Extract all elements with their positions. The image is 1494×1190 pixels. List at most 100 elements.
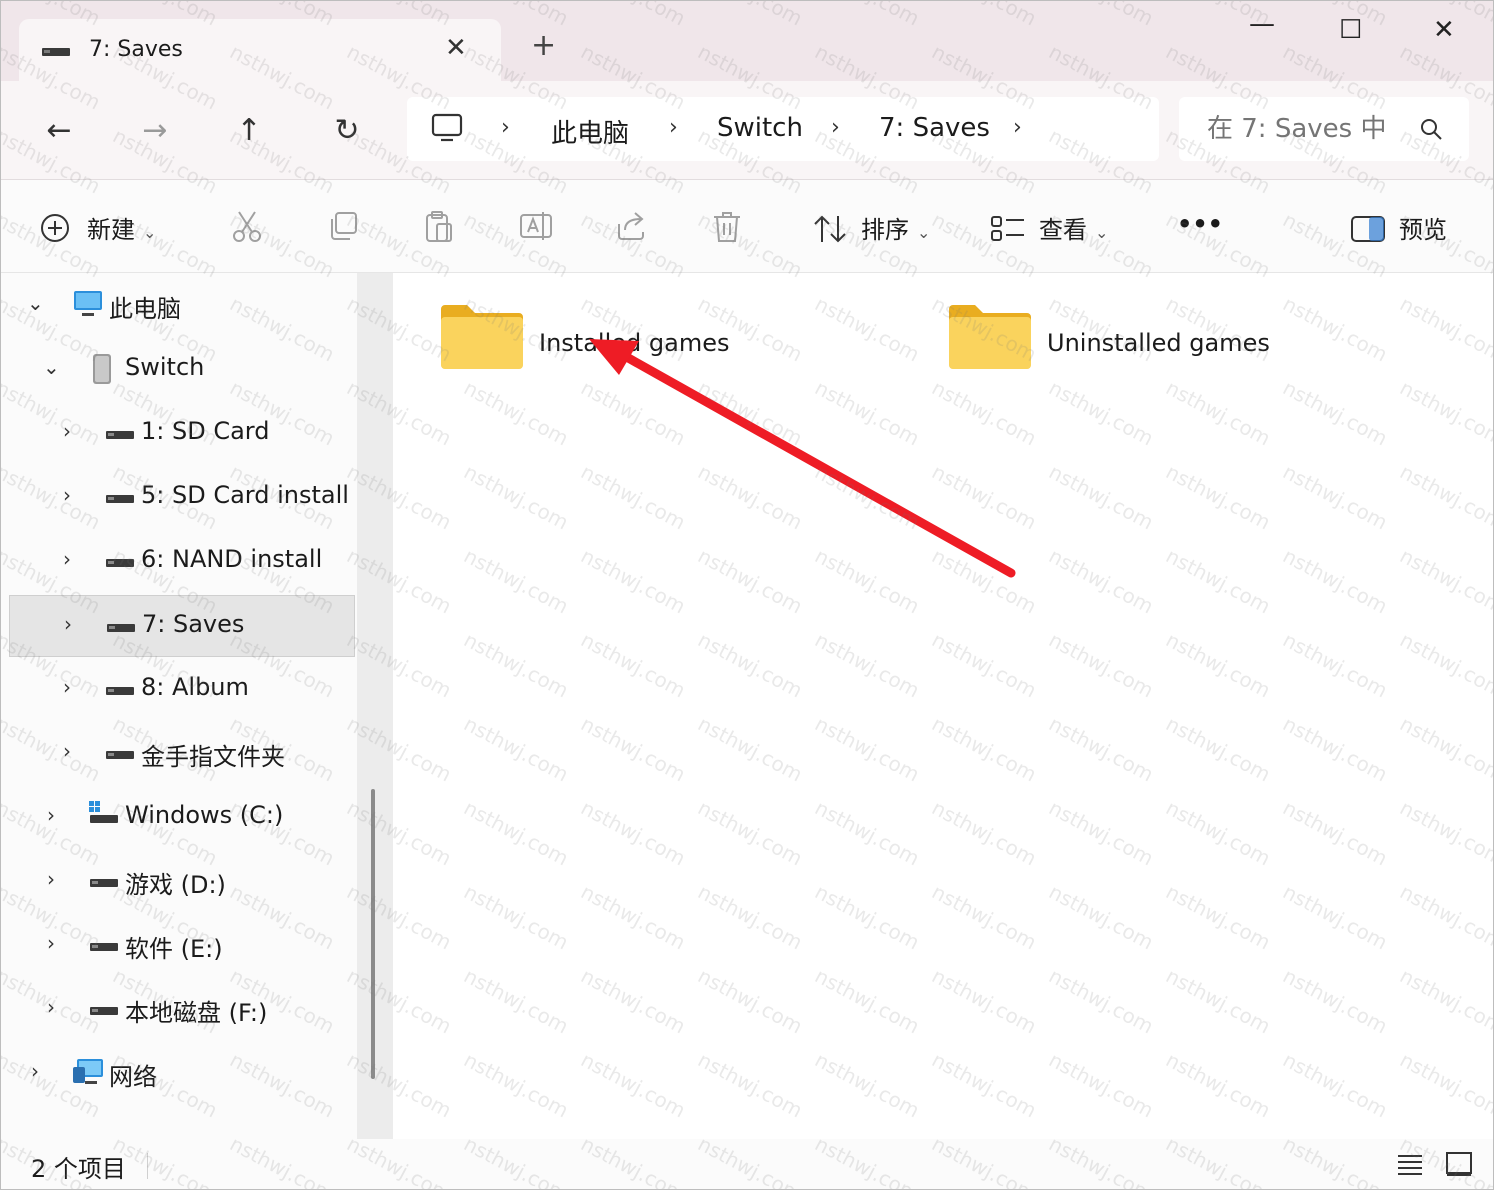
chevron-down-icon: ⌄ [143, 223, 157, 242]
details-view-icon[interactable] [1397, 1153, 1423, 1175]
chevron-right-icon[interactable]: › [31, 1059, 39, 1083]
sidebar-item-network[interactable]: › 网络 [9, 1043, 355, 1105]
drive-icon [90, 1007, 118, 1015]
back-button[interactable]: ← [39, 111, 79, 151]
share-icon[interactable] [615, 210, 647, 242]
navigation-pane: ⌄ 此电脑 ⌄ Switch › 1: SD Card › 5: SD Card… [1, 273, 357, 1139]
sidebar-item-label: 此电脑 [109, 295, 181, 323]
chevron-right-icon[interactable]: › [64, 612, 72, 636]
status-bar: 2 个项目 [1, 1139, 1493, 1189]
new-plus-icon[interactable] [39, 212, 71, 244]
refresh-button[interactable]: ↻ [327, 111, 367, 151]
file-list: Installed games Uninstalled games [393, 273, 1493, 1139]
sidebar-item-label: 6: NAND install [141, 545, 323, 573]
cut-icon[interactable] [231, 210, 263, 244]
sidebar-item-label: 8: Album [141, 673, 249, 701]
windows-drive-icon [89, 801, 118, 823]
sidebar-item-cheats-folder[interactable]: › 金手指文件夹 [9, 723, 355, 785]
sidebar-item-label: 金手指文件夹 [141, 743, 285, 771]
sidebar-item-games-d[interactable]: › 游戏 (D:) [9, 851, 355, 913]
chevron-right-icon[interactable]: › [47, 867, 55, 891]
breadcrumb-this-pc[interactable]: 此电脑 [551, 113, 629, 150]
drive-icon [106, 559, 134, 567]
chevron-right-icon[interactable]: › [63, 419, 71, 443]
sidebar-item-switch[interactable]: ⌄ Switch [9, 339, 355, 401]
chevron-down-icon[interactable]: ⌄ [43, 355, 60, 379]
maximize-button[interactable]: ☐ [1339, 15, 1362, 45]
chevron-right-icon[interactable]: › [63, 483, 71, 507]
chevron-right-icon[interactable]: › [47, 931, 55, 955]
view-button[interactable]: 查看 ⌄ [1039, 210, 1108, 245]
sidebar-item-local-disk-f[interactable]: › 本地磁盘 (F:) [9, 979, 355, 1041]
sidebar-item-label: 游戏 (D:) [125, 871, 226, 899]
paste-icon[interactable] [423, 210, 455, 244]
new-button[interactable]: 新建 ⌄ [87, 210, 156, 245]
sidebar-item-label: Switch [125, 353, 205, 381]
sidebar-item-7-saves[interactable]: › 7: Saves [9, 595, 355, 657]
chevron-down-icon[interactable]: ⌄ [27, 291, 44, 315]
chevron-right-icon[interactable]: › [47, 803, 55, 827]
breadcrumb-separator[interactable]: › [1013, 115, 1022, 140]
scrollbar-thumb[interactable] [371, 789, 375, 1079]
new-tab-button[interactable]: + [531, 31, 556, 61]
sidebar-item-windows-c[interactable]: › Windows (C:) [9, 787, 355, 849]
preview-button[interactable]: 预览 [1399, 210, 1447, 245]
forward-button[interactable]: → [135, 111, 175, 151]
delete-icon[interactable] [711, 210, 743, 244]
file-explorer-window: 7: Saves ✕ + — ☐ ✕ ← → ↑ ↻ › 此电脑 › Switc… [0, 0, 1494, 1190]
copy-icon[interactable] [327, 210, 359, 242]
tiles-view-icon[interactable] [1445, 1151, 1473, 1177]
sort-button[interactable]: 排序 ⌄ [861, 210, 930, 245]
up-button[interactable]: ↑ [229, 111, 269, 151]
sidebar-item-8-album[interactable]: › 8: Album [9, 659, 355, 721]
search-box[interactable] [1179, 97, 1469, 161]
device-icon [93, 354, 111, 384]
divider [147, 1153, 148, 1179]
sidebar-item-5-sd-card-install[interactable]: › 5: SD Card install [9, 467, 355, 529]
sidebar-item-label: 本地磁盘 (F:) [125, 999, 268, 1027]
tab-title: 7: Saves [89, 37, 183, 62]
search-icon[interactable] [1419, 117, 1443, 141]
sidebar-item-this-pc[interactable]: ⌄ 此电脑 [9, 275, 355, 337]
network-icon [73, 1059, 103, 1084]
chevron-right-icon[interactable]: › [47, 995, 55, 1019]
search-input[interactable] [1205, 111, 1389, 147]
chevron-right-icon[interactable]: › [63, 547, 71, 571]
preview-pane-icon[interactable] [1351, 216, 1385, 242]
minimize-button[interactable]: — [1249, 9, 1275, 39]
sidebar-item-label: 软件 (E:) [125, 935, 223, 963]
sidebar-item-label: 1: SD Card [141, 417, 270, 445]
drive-icon [90, 879, 118, 887]
sidebar-item-1-sd-card[interactable]: › 1: SD Card [9, 403, 355, 465]
view-label: 查看 [1039, 216, 1087, 244]
tab-7-saves[interactable]: 7: Saves ✕ [19, 19, 501, 81]
breadcrumb-7-saves[interactable]: 7: Saves [879, 113, 990, 143]
red-arrow-annotation [589, 339, 1016, 578]
breadcrumb-separator: › [501, 115, 510, 140]
sidebar-item-6-nand-install[interactable]: › 6: NAND install [9, 531, 355, 593]
chevron-right-icon[interactable]: › [63, 739, 71, 763]
drive-icon [42, 48, 70, 56]
item-count: 2 个项目 [31, 1155, 126, 1183]
address-bar[interactable]: › 此电脑 › Switch › 7: Saves › [407, 97, 1159, 161]
computer-icon [74, 291, 102, 316]
sidebar-item-label: 网络 [109, 1063, 157, 1091]
drive-icon [90, 943, 118, 951]
more-options-button[interactable]: ••• [1177, 210, 1223, 238]
sidebar-scrollbar[interactable] [357, 273, 393, 1139]
tab-close-icon[interactable]: ✕ [445, 33, 467, 63]
chevron-right-icon[interactable]: › [63, 675, 71, 699]
breadcrumb-separator: › [831, 115, 840, 140]
sidebar-item-label: Windows (C:) [125, 801, 284, 829]
chevron-down-icon: ⌄ [917, 223, 931, 242]
sidebar-item-label: 7: Saves [142, 610, 245, 638]
view-icon[interactable] [991, 216, 1025, 242]
sort-icon[interactable] [813, 214, 847, 244]
new-label: 新建 [87, 216, 135, 244]
rename-icon[interactable] [519, 210, 553, 242]
navigation-bar: ← → ↑ ↻ › 此电脑 › Switch › 7: Saves › [1, 81, 1493, 180]
close-window-button[interactable]: ✕ [1433, 15, 1455, 45]
computer-icon [431, 113, 463, 142]
breadcrumb-switch[interactable]: Switch [717, 113, 803, 143]
sidebar-item-software-e[interactable]: › 软件 (E:) [9, 915, 355, 977]
